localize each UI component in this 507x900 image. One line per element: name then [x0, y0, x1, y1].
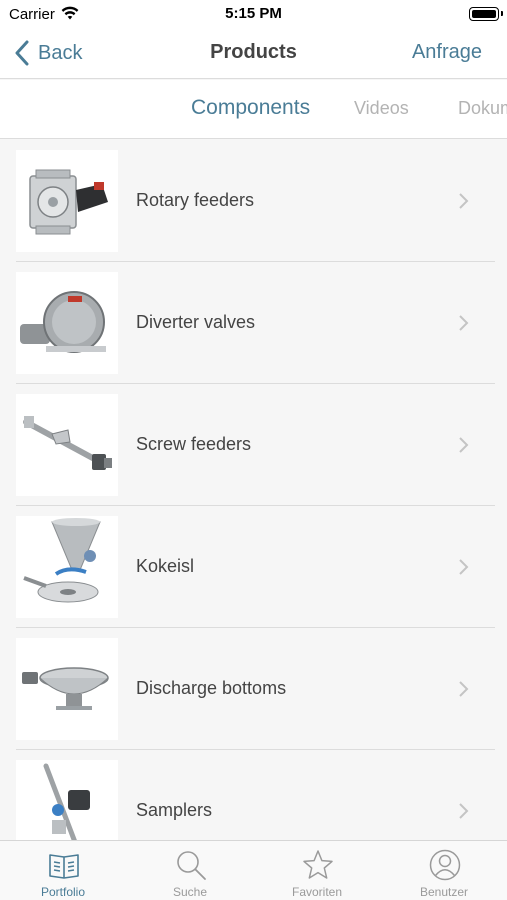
star-icon	[303, 850, 333, 879]
list-item-label: Samplers	[136, 800, 213, 820]
navigation-bar: Back Products Anfrage	[0, 28, 507, 79]
tabbar-favoriten[interactable]: Favoriten	[254, 841, 380, 900]
back-label: Back	[38, 41, 83, 64]
clock: 5:15 PM	[225, 5, 282, 22]
product-list: Rotary feeders Diverter valves Screw fee…	[0, 140, 507, 840]
battery-icon	[469, 7, 503, 21]
screw-feeder-thumbnail	[16, 394, 118, 496]
tabbar-suche[interactable]: Suche	[127, 841, 253, 900]
list-item-diverter-valves[interactable]: Diverter valves	[0, 262, 507, 384]
anfrage-button[interactable]: Anfrage	[412, 41, 482, 64]
status-bar: Carrier 5:15 PM	[0, 0, 507, 28]
list-item-label: Screw feeders	[136, 434, 252, 454]
list-item-label: Discharge bottoms	[136, 678, 287, 698]
chevron-right-icon	[459, 193, 469, 209]
list-item-samplers[interactable]: Samplers	[0, 750, 507, 840]
list-item-discharge-bottoms[interactable]: Discharge bottoms	[0, 628, 507, 750]
list-item-kokeisl[interactable]: Kokeisl	[0, 506, 507, 628]
tab-label: Benutzer	[419, 885, 469, 899]
category-tabs: Components Videos Dokumente	[0, 80, 507, 139]
chevron-right-icon	[459, 681, 469, 697]
search-icon	[177, 851, 206, 880]
back-button[interactable]: Back	[14, 38, 82, 68]
list-item-screw-feeders[interactable]: Screw feeders	[0, 384, 507, 506]
rotary-feeder-thumbnail	[16, 150, 118, 252]
tab-label: Suche	[172, 885, 208, 899]
book-icon	[49, 854, 79, 879]
sampler-thumbnail	[16, 760, 118, 840]
diverter-valve-thumbnail	[16, 272, 118, 374]
tab-dokumente[interactable]: Dokumente	[458, 98, 507, 119]
bottom-tab-bar: Portfolio Suche Favoriten Benutzer	[0, 840, 507, 900]
list-item-label: Diverter valves	[136, 312, 256, 332]
tab-label: Favoriten	[291, 885, 343, 899]
chevron-right-icon	[459, 559, 469, 575]
kokeisl-thumbnail	[16, 516, 118, 618]
chevron-right-icon	[459, 315, 469, 331]
list-item-label: Rotary feeders	[136, 190, 255, 210]
tabbar-portfolio[interactable]: Portfolio	[0, 841, 126, 900]
chevron-left-icon	[15, 40, 29, 66]
list-item-rotary-feeders[interactable]: Rotary feeders	[0, 140, 507, 262]
tab-components[interactable]: Components	[191, 96, 310, 120]
list-item-label: Kokeisl	[136, 556, 195, 576]
tab-label: Portfolio	[40, 885, 86, 899]
user-icon	[429, 849, 461, 881]
discharge-bottom-thumbnail	[16, 638, 118, 740]
chevron-right-icon	[459, 803, 469, 819]
chevron-right-icon	[459, 437, 469, 453]
tab-videos[interactable]: Videos	[354, 98, 409, 119]
tabbar-benutzer[interactable]: Benutzer	[381, 841, 507, 900]
